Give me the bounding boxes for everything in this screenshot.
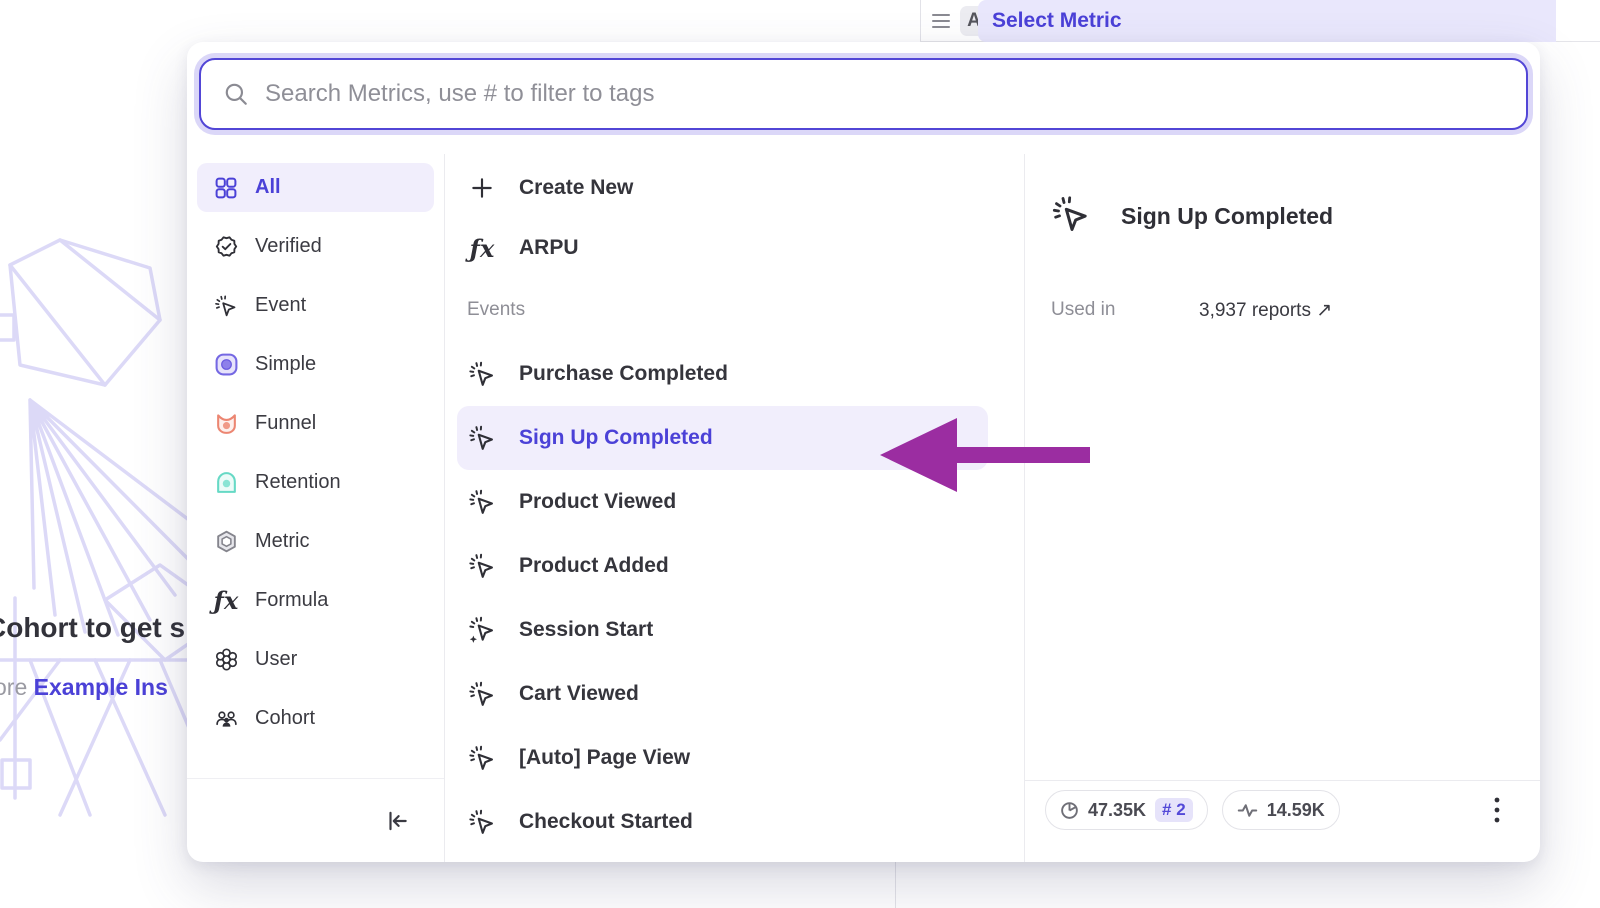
sidebar-item-funnel[interactable]: Funnel bbox=[197, 399, 434, 448]
used-in-row: Used in 3,937 reports ↗ bbox=[1051, 299, 1540, 322]
kebab-menu-icon bbox=[1494, 796, 1500, 824]
sidebar-item-label: Formula bbox=[255, 589, 328, 612]
list-item-product-added[interactable]: Product Added bbox=[457, 534, 988, 598]
metric-detail-panel: Sign Up Completed Used in 3,937 reports … bbox=[1024, 154, 1540, 862]
list-item-purchase-completed[interactable]: Purchase Completed bbox=[457, 342, 988, 406]
event-cursor-icon bbox=[467, 423, 497, 453]
event-cursor-icon bbox=[213, 293, 239, 319]
event-cursor-icon bbox=[467, 359, 497, 389]
event-cursor-icon bbox=[467, 551, 497, 581]
link-prefix: ore bbox=[0, 674, 34, 700]
unique-count-value: 14.59K bbox=[1267, 800, 1325, 821]
list-item-product-viewed[interactable]: Product Viewed bbox=[457, 470, 988, 534]
event-cursor-icon bbox=[467, 679, 497, 709]
collapse-sidebar-button[interactable] bbox=[380, 804, 414, 838]
used-in-reports-link[interactable]: 3,937 reports ↗ bbox=[1199, 299, 1332, 322]
cohort-people-icon bbox=[213, 706, 239, 732]
search-bar[interactable] bbox=[199, 58, 1528, 130]
more-options-button[interactable] bbox=[1480, 790, 1514, 830]
collapse-left-icon bbox=[384, 808, 410, 834]
sidebar-item-metric[interactable]: Metric bbox=[197, 517, 434, 566]
sidebar-item-user[interactable]: User bbox=[197, 635, 434, 684]
create-new-label: Create New bbox=[519, 176, 633, 200]
search-input[interactable] bbox=[265, 80, 1526, 108]
list-item-label: Checkout Started bbox=[519, 810, 693, 834]
list-item-label: [Auto] Page View bbox=[519, 746, 690, 770]
sidebar-item-cohort[interactable]: Cohort bbox=[197, 694, 434, 743]
user-cluster-icon bbox=[213, 647, 239, 673]
funnel-icon bbox=[213, 411, 239, 437]
drag-handle-icon[interactable] bbox=[932, 14, 950, 28]
verified-seal-icon bbox=[213, 234, 239, 260]
sidebar-item-label: Simple bbox=[255, 353, 316, 376]
detail-title: Sign Up Completed bbox=[1121, 203, 1333, 230]
list-item-label: ARPU bbox=[519, 236, 579, 260]
background-link-line: ore Example Ins bbox=[0, 674, 191, 701]
metric-hexagon-icon bbox=[213, 529, 239, 555]
sidebar-item-label: Metric bbox=[255, 530, 309, 553]
metric-list: Create New ƒx ARPU Events Purchase Compl… bbox=[445, 154, 1024, 862]
list-item-arpu[interactable]: ƒx ARPU bbox=[467, 218, 1024, 278]
grid-icon bbox=[213, 175, 239, 201]
list-item-label: Product Viewed bbox=[519, 490, 676, 514]
screen: A Select Metric Cohort to get s ore Exam… bbox=[0, 0, 1600, 908]
list-item-label: Cart Viewed bbox=[519, 682, 639, 706]
list-item-label: Session Start bbox=[519, 618, 653, 642]
select-metric-label[interactable]: Select Metric bbox=[992, 9, 1122, 33]
background-headline-fragment: Cohort to get s bbox=[0, 612, 191, 644]
sidebar-item-label: Verified bbox=[255, 235, 322, 258]
event-cursor-icon bbox=[467, 807, 497, 837]
formula-fx-icon: ƒx bbox=[467, 233, 497, 263]
example-insights-link[interactable]: Example Ins bbox=[34, 674, 168, 700]
sidebar-item-verified[interactable]: Verified bbox=[197, 222, 434, 271]
list-item-label: Sign Up Completed bbox=[519, 426, 713, 450]
select-metric-row[interactable]: Select Metric bbox=[978, 0, 1556, 42]
sidebar-item-label: Retention bbox=[255, 471, 341, 494]
list-item-label: Purchase Completed bbox=[519, 362, 728, 386]
search-icon bbox=[223, 81, 249, 107]
wireframe-illustration bbox=[0, 220, 190, 820]
event-cursor-icon bbox=[467, 487, 497, 517]
unique-count-badge[interactable]: 14.59K bbox=[1222, 790, 1340, 830]
list-item-auto-page-view[interactable]: [Auto] Page View bbox=[457, 726, 988, 790]
pulse-icon bbox=[1237, 801, 1258, 820]
background-column-divider bbox=[920, 0, 921, 42]
total-count-badge[interactable]: 47.35K # 2 bbox=[1045, 790, 1208, 830]
sidebar-item-label: Funnel bbox=[255, 412, 316, 435]
sidebar-item-label: User bbox=[255, 648, 297, 671]
list-item-label: Product Added bbox=[519, 554, 669, 578]
event-cursor-icon bbox=[1051, 194, 1091, 239]
sidebar-item-label: All bbox=[255, 176, 281, 199]
sidebar-item-label: Cohort bbox=[255, 707, 315, 730]
sidebar-item-simple[interactable]: Simple bbox=[197, 340, 434, 389]
retention-arch-icon bbox=[213, 470, 239, 496]
plus-icon bbox=[467, 173, 497, 203]
sidebar-item-label: Event bbox=[255, 294, 306, 317]
category-sidebar: All Verified Event Simple bbox=[187, 154, 445, 862]
list-item-sign-up-completed[interactable]: Sign Up Completed bbox=[457, 406, 988, 470]
list-item-cart-viewed[interactable]: Cart Viewed bbox=[457, 662, 988, 726]
create-new-button[interactable]: Create New bbox=[467, 158, 1024, 218]
event-star-icon bbox=[467, 615, 497, 645]
pie-chart-icon bbox=[1060, 801, 1079, 820]
sidebar-item-all[interactable]: All bbox=[197, 163, 434, 212]
total-count-value: 47.35K bbox=[1088, 800, 1146, 821]
sidebar-item-event[interactable]: Event bbox=[197, 281, 434, 330]
detail-footer: 47.35K # 2 14.59K bbox=[1025, 780, 1540, 862]
list-item-checkout-started[interactable]: Checkout Started bbox=[457, 790, 988, 854]
simple-square-icon bbox=[213, 352, 239, 378]
background-column-divider-bottom bbox=[895, 862, 896, 908]
formula-fx-icon: ƒx bbox=[213, 588, 239, 614]
rank-chip: # 2 bbox=[1155, 798, 1193, 822]
sidebar-footer bbox=[187, 778, 444, 862]
used-in-label: Used in bbox=[1051, 299, 1199, 322]
metric-picker-modal: All Verified Event Simple bbox=[187, 42, 1540, 862]
events-section-header: Events bbox=[467, 278, 1024, 342]
sidebar-item-formula[interactable]: ƒx Formula bbox=[197, 576, 434, 625]
list-item-session-start[interactable]: Session Start bbox=[457, 598, 988, 662]
sidebar-item-retention[interactable]: Retention bbox=[197, 458, 434, 507]
event-cursor-icon bbox=[467, 743, 497, 773]
